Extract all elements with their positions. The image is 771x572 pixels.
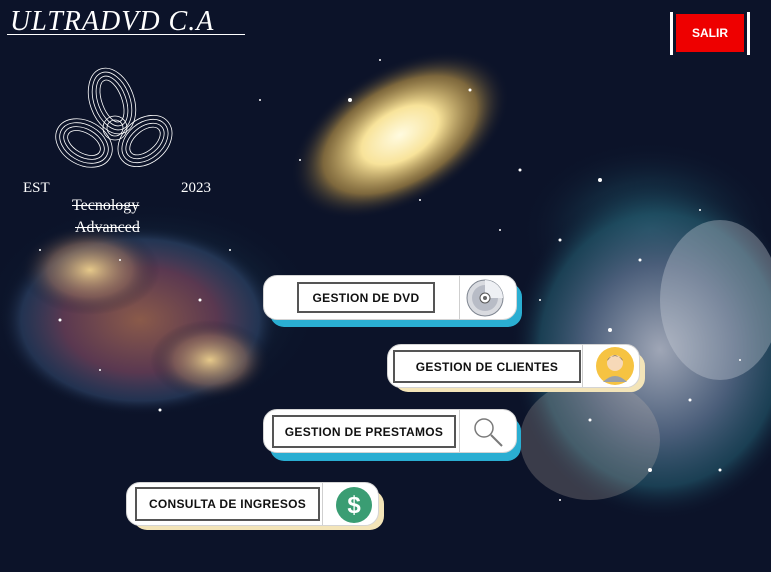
dollar-icon: $ (336, 487, 372, 523)
gestion-dvd-label: GESTION DE DVD (297, 282, 435, 313)
consulta-ingresos-label: CONSULTA DE INGRESOS (135, 487, 320, 521)
exit-button-frame: SALIR (670, 12, 750, 55)
tagline-line-2: Advanced (75, 219, 140, 236)
est-year: 2023 (181, 180, 211, 196)
consulta-ingresos-button[interactable]: CONSULTA DE INGRESOS $ (126, 482, 379, 526)
menu-divider (322, 483, 323, 525)
menu-divider (459, 410, 460, 452)
user-avatar-icon (596, 347, 634, 385)
exit-frame-left (670, 12, 673, 55)
dvd-disc-icon (466, 279, 504, 317)
gestion-clientes-label: GESTION DE CLIENTES (393, 350, 581, 383)
exit-frame-right (747, 12, 750, 55)
title-underline (7, 34, 245, 35)
exit-button[interactable]: SALIR (676, 14, 744, 52)
logo-emblem-icon (55, 67, 173, 168)
menu-divider (459, 276, 460, 319)
gestion-dvd-button[interactable]: GESTION DE DVD (263, 275, 517, 320)
svg-text:$: $ (347, 492, 361, 519)
gestion-prestamos-button[interactable]: GESTION DE PRESTAMOS (263, 409, 517, 453)
gestion-prestamos-label: GESTION DE PRESTAMOS (272, 415, 456, 448)
magnifier-icon (474, 418, 503, 447)
tagline-line-1: Tecnology (72, 197, 140, 214)
est-label: EST (23, 180, 50, 196)
gestion-clientes-button[interactable]: GESTION DE CLIENTES (387, 344, 640, 388)
menu-divider (582, 345, 583, 387)
